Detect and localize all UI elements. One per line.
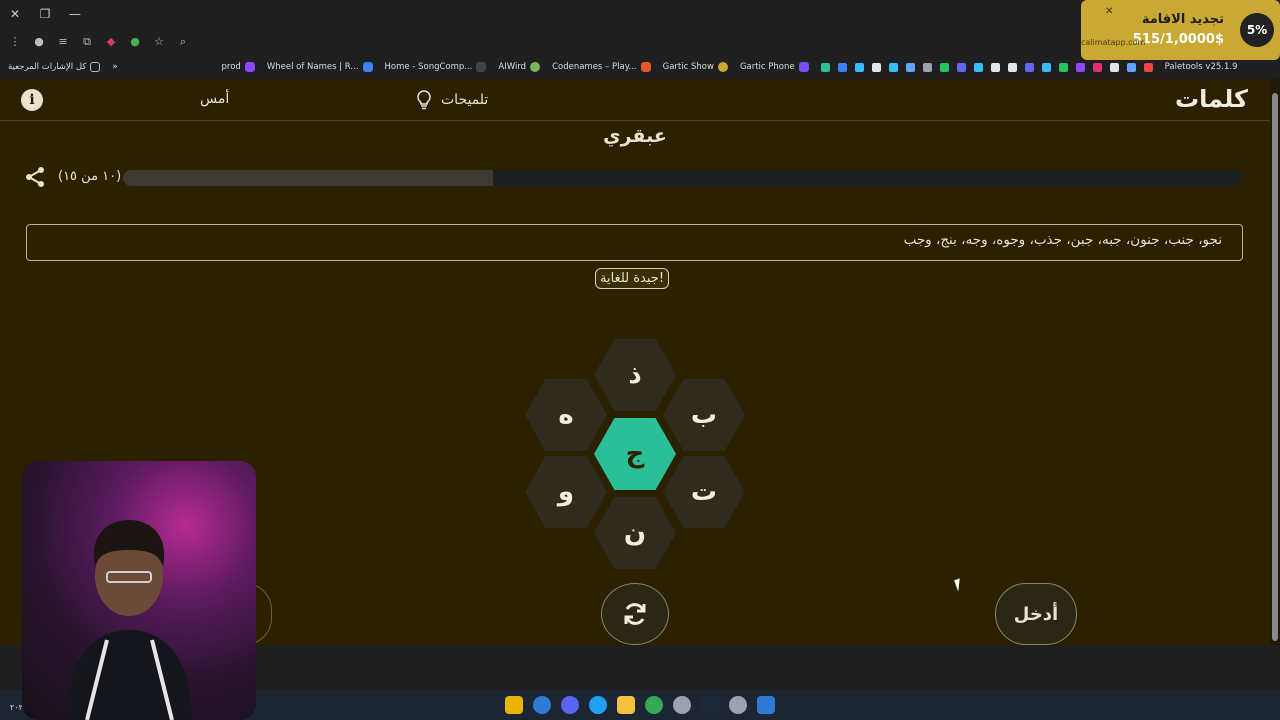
letter-lower-right[interactable]: ت <box>663 456 745 528</box>
notification-popup[interactable]: ✕ تجديد الاقامة 515/1,0000$ calimatapp.c… <box>1081 0 1280 60</box>
scrollbar-thumb[interactable] <box>1272 93 1278 641</box>
extension-badge-icon[interactable]: ● <box>128 35 142 49</box>
zoom-icon[interactable]: ⌕ <box>176 35 190 49</box>
enter-button[interactable]: أدخل <box>995 583 1077 645</box>
popup-close-icon[interactable]: ✕ <box>1105 6 1113 17</box>
webcam-overlay <box>22 461 256 720</box>
letter-center[interactable]: ج <box>594 418 676 490</box>
bookmark-gartic-show[interactable]: Gartic Show <box>663 62 728 72</box>
windows-icon[interactable] <box>757 696 775 714</box>
edge-icon[interactable] <box>589 696 607 714</box>
bookmark-all[interactable]: كل الإشارات المرجعية <box>8 62 101 72</box>
letter-bottom[interactable]: ن <box>594 497 676 569</box>
obs-icon[interactable] <box>673 696 691 714</box>
star-icon[interactable]: ☆ <box>152 35 166 49</box>
popup-title: تجديد الاقامة <box>1141 12 1224 27</box>
found-words-box[interactable]: نجو، جنب، جنون، جبه، جبن، جذب، وجوه، وجه… <box>26 224 1243 261</box>
steam-icon[interactable] <box>701 696 719 714</box>
bookmarks-overflow-icon[interactable]: » <box>112 62 117 72</box>
app-header: i أمس تلميحات كلمات <box>0 79 1270 121</box>
bookmark-wheel[interactable]: Wheel of Names | R... <box>267 62 373 72</box>
bookmark-songcomp[interactable]: Home - SongComp... <box>385 62 487 72</box>
page-scrollbar[interactable] <box>1270 79 1280 645</box>
popup-count: 515/1,0000$ <box>1132 32 1224 47</box>
bookmark-icons[interactable] <box>820 62 1153 72</box>
shuffle-button[interactable] <box>601 583 669 645</box>
discord-icon[interactable] <box>561 696 579 714</box>
refresh-icon <box>624 603 646 625</box>
info-icon[interactable]: i <box>21 89 43 111</box>
streamer-image <box>67 520 192 720</box>
feedback-toast: جيدة للغاية! <box>595 268 670 289</box>
menu-icon[interactable]: ⋮ <box>8 35 22 49</box>
rank-title: عبقري <box>603 125 667 147</box>
progress-fill <box>123 170 493 186</box>
close-window-icon[interactable]: ✕ <box>0 7 30 21</box>
share-icon[interactable] <box>24 166 46 188</box>
letter-lower-left[interactable]: و <box>525 456 607 528</box>
app-icon[interactable] <box>533 696 551 714</box>
letter-top[interactable]: ذ <box>594 339 676 411</box>
letter-upper-right[interactable]: ب <box>663 379 745 451</box>
popup-site: calimatapp.com <box>1081 38 1146 47</box>
shield-icon[interactable]: ◆ <box>104 35 118 49</box>
yesterday-link[interactable]: أمس <box>200 91 229 107</box>
hints-button[interactable]: تلميحات <box>415 90 488 110</box>
folder-icon[interactable] <box>617 696 635 714</box>
settings-icon[interactable] <box>729 696 747 714</box>
bookmark-aiwird[interactable]: AIWird <box>498 62 541 72</box>
app-logo: كلمات <box>1175 85 1248 113</box>
rockstar-icon[interactable] <box>505 696 523 714</box>
minimize-window-icon[interactable]: — <box>60 7 90 21</box>
bookmark-gartic-phone[interactable]: Gartic Phone <box>740 62 809 72</box>
progress-count: (١٠ من ١٥) <box>58 169 122 184</box>
tab-search-icon[interactable]: ≡ <box>56 35 70 49</box>
progress-bar <box>123 170 1243 186</box>
extensions-icon[interactable]: ⧉ <box>80 35 94 49</box>
bookmark-paletools[interactable]: Paletools v25.1.9 <box>1165 62 1238 72</box>
restore-window-icon[interactable]: ❐ <box>30 7 60 21</box>
hints-label: تلميحات <box>441 92 489 108</box>
letter-upper-left[interactable]: ه <box>525 379 607 451</box>
lightbulb-icon <box>417 90 431 110</box>
popup-percent-badge: 5% <box>1240 13 1274 47</box>
profile-icon[interactable]: ● <box>32 35 46 49</box>
chrome-icon[interactable] <box>645 696 663 714</box>
bookmark-prod[interactable]: prod <box>222 62 255 72</box>
bookmark-codenames[interactable]: Codenames – Play... <box>552 62 651 72</box>
